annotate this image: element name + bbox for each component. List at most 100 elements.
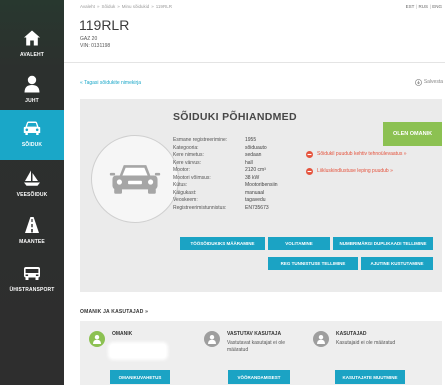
owner-name-redacted [110,344,166,358]
detail-label: Veoskeem: [173,197,198,203]
detail-label: Kategooria: [173,144,199,151]
sidebar-item-soiduk[interactable]: SÕIDUK [0,110,64,160]
users-text: Kasutajaid ei ole määratud [336,340,396,346]
breadcrumb-separator: » [96,4,100,9]
i-am-owner-button[interactable]: OLEN OMANIK [383,122,442,146]
notify-transfer-button[interactable]: VÕÕRANDAMISEST [228,370,290,384]
language-switcher: EST | RUS | ENG [406,4,442,10]
save-link-label: Salvesta [423,79,443,85]
home-icon [23,29,41,47]
detail-value: hall [245,159,253,166]
sidebar-item-juht[interactable]: JUHT [0,75,64,111]
vehicle-image [91,135,179,223]
vehicle-details-list: Esmane registreerimine: 1955 Kategooria: s… [173,137,278,212]
minus-circle-icon [306,167,313,175]
breadcrumb-item-minu-soidukid[interactable]: Minu sõidukid [122,4,150,9]
language-rus[interactable]: RUS [419,4,429,9]
detail-row: Käigukast: manuaal [173,190,278,198]
breadcrumb-item-soiduk[interactable]: Sõiduk [101,4,115,9]
detail-value: sõiduauto [245,144,267,151]
vehicle-vin: VIN: 0131198 [80,43,111,49]
download-icon [414,79,424,86]
detail-label: Kütus: [173,182,188,188]
breadcrumb-item-current: 119RLR [155,4,172,9]
change-users-button[interactable]: KASUTAJATE MUUTMINE [335,370,405,384]
responsible-user-text: Vastutavat kasutajat ei ole määratud [227,340,285,353]
car-icon [109,161,161,197]
breadcrumb-separator: » [117,4,120,9]
users-title: KASUTAJAD [336,331,367,337]
breadcrumb-item-avaleht[interactable]: Avaleht [80,4,95,9]
vehicle-plate: 119RLR [79,17,130,33]
detail-label: Kere värvus: [173,159,202,166]
alert-no-insurance[interactable]: Liikluskindlustuse leping puudub » [306,167,407,175]
alert-text: Liikluskindlustuse leping puudub » [317,168,393,174]
detail-value: 2120 cm³ [245,167,266,173]
vehicle-model: GAZ 20 [80,36,98,42]
detail-value: tagavedu [245,197,266,203]
detail-label: Käigukast: [173,189,197,196]
users-person-icon [313,331,329,347]
sidebar-item-label: VEESÕIDUK [16,192,48,198]
vehicle-alerts: Sõidukil puudub kehtiv tehnoülevaatus » … [306,150,407,175]
header-divider [64,62,445,63]
detail-row: Kere värvus: hall [173,160,278,168]
authorization-button[interactable]: VOLITAMINE [268,237,330,250]
detail-row: Kategooria: sõiduauto [173,145,278,153]
detail-row: Mootori võimsus: 38 kW [173,175,278,183]
bus-icon [23,264,41,282]
detail-row: Kütus: Mootoribensiin [173,182,278,190]
detail-row: Veoskeem: tagavedu [173,197,278,205]
road-icon [23,216,41,234]
language-eng[interactable]: ENG [432,4,442,9]
alert-no-inspection[interactable]: Sõidukil puudub kehtiv tehnoülevaatus » [306,150,407,158]
sidebar: AVALEHT JUHT SÕIDUK VEESÕIDUK MAANTEE ÜH… [0,0,64,385]
person-icon [23,75,41,93]
breadcrumb-separator: » [151,4,154,9]
responsible-user-person-icon [204,331,220,347]
card-title: SÕIDUKI PÕHIANDMED [173,111,297,123]
save-link[interactable]: Salvesta [414,79,443,86]
detail-value: 38 kW [245,174,260,181]
vehicle-details-card: SÕIDUKI PÕHIANDMED OLEN OMANIK Esmane re… [80,99,442,292]
detail-label: Kere nimetus: [173,152,204,158]
owner-title: OMANIK [112,331,133,337]
breadcrumb: Avaleht» Sõiduk» Minu sõidukid» 119RLR [80,4,172,10]
detail-value: Mootoribensiin [245,182,278,188]
responsible-user-title: VASTUTAV KASUTAJA [227,331,282,337]
alert-text: Sõidukil puudub kehtiv tehnoülevaatus » [317,151,407,157]
order-plate-duplicate-button[interactable]: NUMBRIMÄRGI DUPLIKAADI TELLIMINE [333,237,433,250]
language-separator: | [415,4,418,9]
sidebar-item-label: MAANTEE [19,239,45,245]
car-icon [23,119,41,137]
sidebar-item-uhistransport[interactable]: ÜHISTRANSPORT [0,264,64,300]
sidebar-item-maantee[interactable]: MAANTEE [0,216,64,252]
detail-value: manuaal [245,189,265,196]
back-to-vehicle-list-link[interactable]: « Tagasi sõidukite nimekirja [80,80,141,86]
sailboat-icon [23,169,41,187]
detail-value: EN735673 [245,204,269,211]
detail-value: 1955 [245,137,257,143]
owners-section-title[interactable]: OMANIK JA KASUTAJAD » [80,309,148,315]
sidebar-item-label: SÕIDUK [21,142,43,148]
detail-value: sedaan [245,152,262,158]
change-owner-button[interactable]: OMANIKUVAHETUS [110,370,170,384]
sidebar-item-label: ÜHISTRANSPORT [9,287,55,293]
detail-label: Registreerimistunnistus: [173,204,227,211]
detail-row: Esmane registreerimine: 1955 [173,137,278,145]
sidebar-item-veesoiduk[interactable]: VEESÕIDUK [0,169,64,205]
order-registration-certificate-button[interactable]: REG TUNNISTUSE TELLIMINE [268,257,358,270]
owner-person-icon [89,331,105,347]
detail-row: Kere nimetus: sedaan [173,152,278,160]
detail-label: Esmane registreerimine: [173,137,228,143]
temporary-deregistration-button[interactable]: AJUTINE KUSTUTAMINE [361,257,433,270]
language-est[interactable]: EST [406,4,415,9]
assign-work-vehicle-button[interactable]: TÖÖSÕIDUKIKS MÄÄRAMINE [180,237,265,250]
sidebar-item-label: AVALEHT [20,52,44,58]
detail-row: Mootor: 2120 cm³ [173,167,278,175]
language-separator: | [429,4,431,9]
sidebar-item-label: JUHT [25,98,39,104]
detail-label: Mootori võimsus: [173,174,211,181]
minus-circle-icon [306,150,313,158]
sidebar-item-avaleht[interactable]: AVALEHT [0,29,64,65]
